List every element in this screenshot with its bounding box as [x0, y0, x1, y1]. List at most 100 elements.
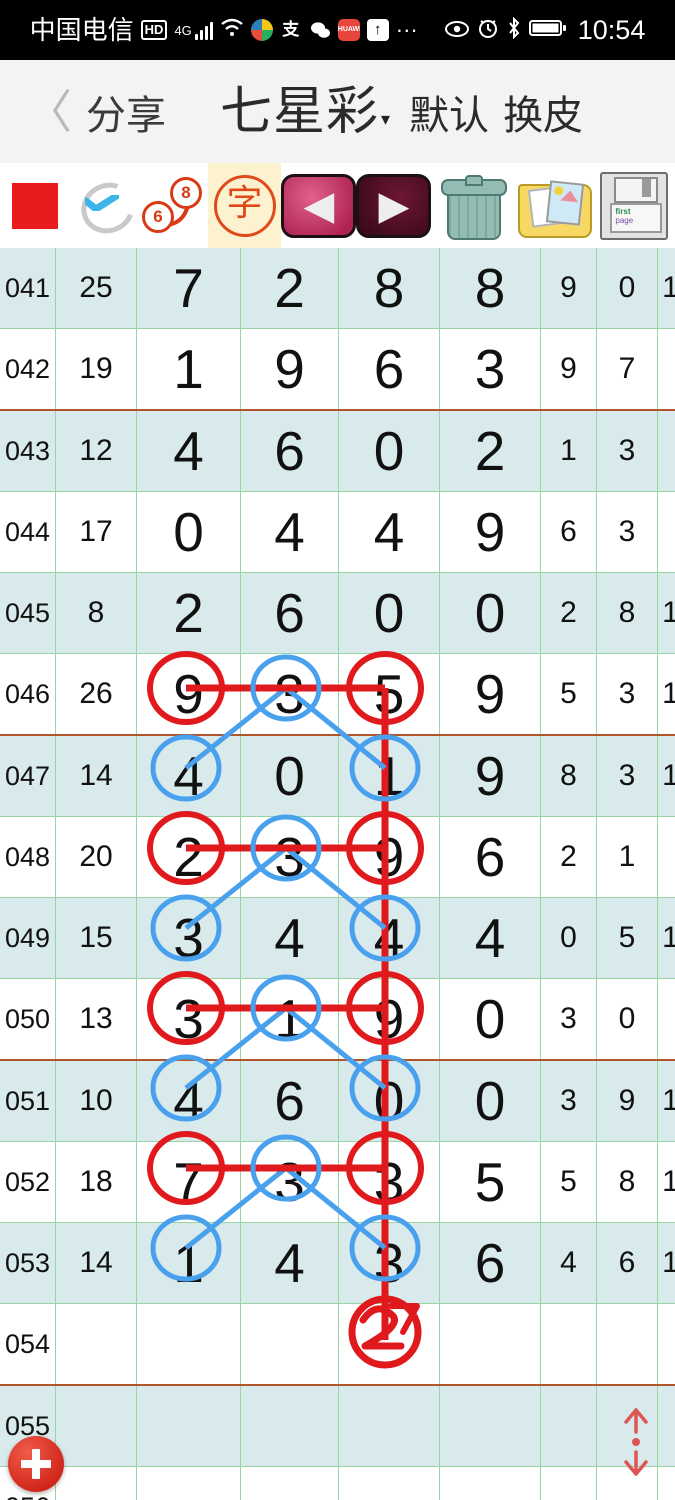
row-edge-digit[interactable]: 1	[657, 248, 675, 329]
row-extra-2[interactable]: 6	[596, 1222, 658, 1304]
share-button[interactable]: 分享	[86, 83, 166, 141]
scroll-updown-indicator[interactable]	[619, 1406, 653, 1478]
row-edge-digit[interactable]: 1	[657, 897, 675, 979]
row-digit-3[interactable]: 6	[338, 328, 440, 411]
row-sum-value[interactable]: 15	[55, 897, 137, 979]
row-digit-3[interactable]	[338, 1466, 440, 1500]
row-digit-3[interactable]	[338, 1303, 440, 1386]
row-digit-1[interactable]: 3	[136, 978, 241, 1061]
row-sum-value[interactable]	[55, 1385, 137, 1467]
row-edge-digit[interactable]	[657, 1303, 675, 1386]
row-period-id[interactable]: 049	[0, 897, 56, 979]
row-edge-digit[interactable]	[657, 491, 675, 573]
row-period-id[interactable]: 045	[0, 572, 56, 654]
folder-photos-tool[interactable]	[513, 163, 594, 248]
row-period-id[interactable]: 046	[0, 653, 56, 736]
row-digit-3[interactable]: 4	[338, 897, 440, 979]
row-digit-2[interactable]: 6	[240, 1060, 339, 1142]
row-digit-1[interactable]: 3	[136, 897, 241, 979]
row-period-id[interactable]: 043	[0, 410, 56, 492]
row-sum-value[interactable]	[55, 1303, 137, 1386]
row-edge-digit[interactable]	[657, 1385, 675, 1467]
row-period-id[interactable]: 041	[0, 248, 56, 329]
row-digit-1[interactable]: 9	[136, 653, 241, 736]
row-digit-2[interactable]: 3	[240, 653, 339, 736]
row-period-id[interactable]: 042	[0, 328, 56, 411]
save-floppy-tool[interactable]: first page	[594, 163, 675, 248]
row-extra-1[interactable]: 4	[540, 1222, 597, 1304]
row-extra-2[interactable]: 3	[596, 491, 658, 573]
table-row[interactable]: 053141436461	[0, 1222, 675, 1304]
row-sum-value[interactable]: 14	[55, 1222, 137, 1304]
row-digit-1[interactable]: 7	[136, 248, 241, 329]
row-edge-digit[interactable]: 1	[657, 1141, 675, 1223]
table-row[interactable]: 055	[0, 1385, 675, 1467]
row-extra-1[interactable]	[540, 1385, 597, 1467]
default-theme-button[interactable]: 默认	[409, 83, 489, 141]
row-extra-2[interactable]: 9	[596, 1060, 658, 1142]
row-digit-2[interactable]: 6	[240, 572, 339, 654]
lottery-type-selector[interactable]: 七星彩 ▾	[220, 86, 391, 138]
row-sum-value[interactable]: 14	[55, 735, 137, 817]
row-digit-1[interactable]: 1	[136, 1222, 241, 1304]
row-period-id[interactable]: 053	[0, 1222, 56, 1304]
row-digit-4[interactable]: 0	[439, 572, 541, 654]
row-sum-value[interactable]: 20	[55, 816, 137, 898]
row-extra-1[interactable]: 9	[540, 328, 597, 411]
table-row[interactable]: 050 13 3 1 9 0 3 0	[0, 978, 675, 1061]
row-digit-4[interactable]: 9	[439, 735, 541, 817]
row-sum-value[interactable]: 13	[55, 978, 137, 1061]
row-sum-value[interactable]	[55, 1466, 137, 1500]
row-extra-1[interactable]: 6	[540, 491, 597, 573]
row-digit-3[interactable]: 3	[338, 1141, 440, 1223]
row-digit-2[interactable]	[240, 1466, 339, 1500]
row-digit-1[interactable]	[136, 1385, 241, 1467]
table-row[interactable]: 056	[0, 1466, 675, 1500]
row-sum-value[interactable]: 12	[55, 410, 137, 492]
row-extra-1[interactable]	[540, 1466, 597, 1500]
row-digit-1[interactable]: 2	[136, 572, 241, 654]
trash-bin-tool[interactable]	[431, 163, 512, 248]
row-digit-2[interactable]: 4	[240, 897, 339, 979]
row-extra-1[interactable]: 5	[540, 1141, 597, 1223]
row-digit-2[interactable]: 9	[240, 328, 339, 411]
row-digit-4[interactable]: 0	[439, 1060, 541, 1142]
row-digit-2[interactable]	[240, 1303, 339, 1386]
row-extra-1[interactable]: 3	[540, 1060, 597, 1142]
row-digit-3[interactable]: 4	[338, 491, 440, 573]
row-sum-value[interactable]: 10	[55, 1060, 137, 1142]
row-edge-digit[interactable]	[657, 1466, 675, 1500]
row-period-id[interactable]: 050	[0, 978, 56, 1061]
previous-arrow-tool[interactable]: ◀	[281, 163, 357, 248]
row-digit-2[interactable]: 0	[240, 735, 339, 817]
row-digit-1[interactable]: 2	[136, 816, 241, 898]
row-digit-3[interactable]: 0	[338, 572, 440, 654]
row-digit-1[interactable]	[136, 1303, 241, 1386]
row-sum-value[interactable]: 18	[55, 1141, 137, 1223]
row-edge-digit[interactable]	[657, 328, 675, 411]
row-digit-3[interactable]: 0	[338, 410, 440, 492]
lottery-history-table[interactable]: 0412572889010421919639704312460213044170…	[0, 248, 675, 1500]
table-row[interactable]: 044 17 0 4 4 9 6 3	[0, 491, 675, 573]
row-digit-4[interactable]: 3	[439, 328, 541, 411]
row-digit-4[interactable]	[439, 1385, 541, 1467]
add-button[interactable]	[8, 1436, 64, 1492]
row-digit-3[interactable]: 0	[338, 1060, 440, 1142]
row-extra-1[interactable]: 0	[540, 897, 597, 979]
row-digit-2[interactable]: 4	[240, 1222, 339, 1304]
row-digit-4[interactable]: 6	[439, 816, 541, 898]
row-sum-value[interactable]: 19	[55, 328, 137, 411]
red-square-tool[interactable]	[0, 163, 69, 248]
row-edge-digit[interactable]: 1	[657, 572, 675, 654]
row-digit-1[interactable]: 7	[136, 1141, 241, 1223]
row-edge-digit[interactable]: 1	[657, 653, 675, 736]
row-sum-value[interactable]: 17	[55, 491, 137, 573]
row-period-id[interactable]: 047	[0, 735, 56, 817]
row-extra-1[interactable]: 2	[540, 572, 597, 654]
row-extra-2[interactable]: 3	[596, 410, 658, 492]
row-digit-2[interactable]: 3	[240, 1141, 339, 1223]
row-digit-2[interactable]: 4	[240, 491, 339, 573]
row-digit-2[interactable]	[240, 1385, 339, 1467]
row-digit-1[interactable]	[136, 1466, 241, 1500]
table-row[interactable]: 043 12 4 6 0 2 1 3	[0, 410, 675, 492]
